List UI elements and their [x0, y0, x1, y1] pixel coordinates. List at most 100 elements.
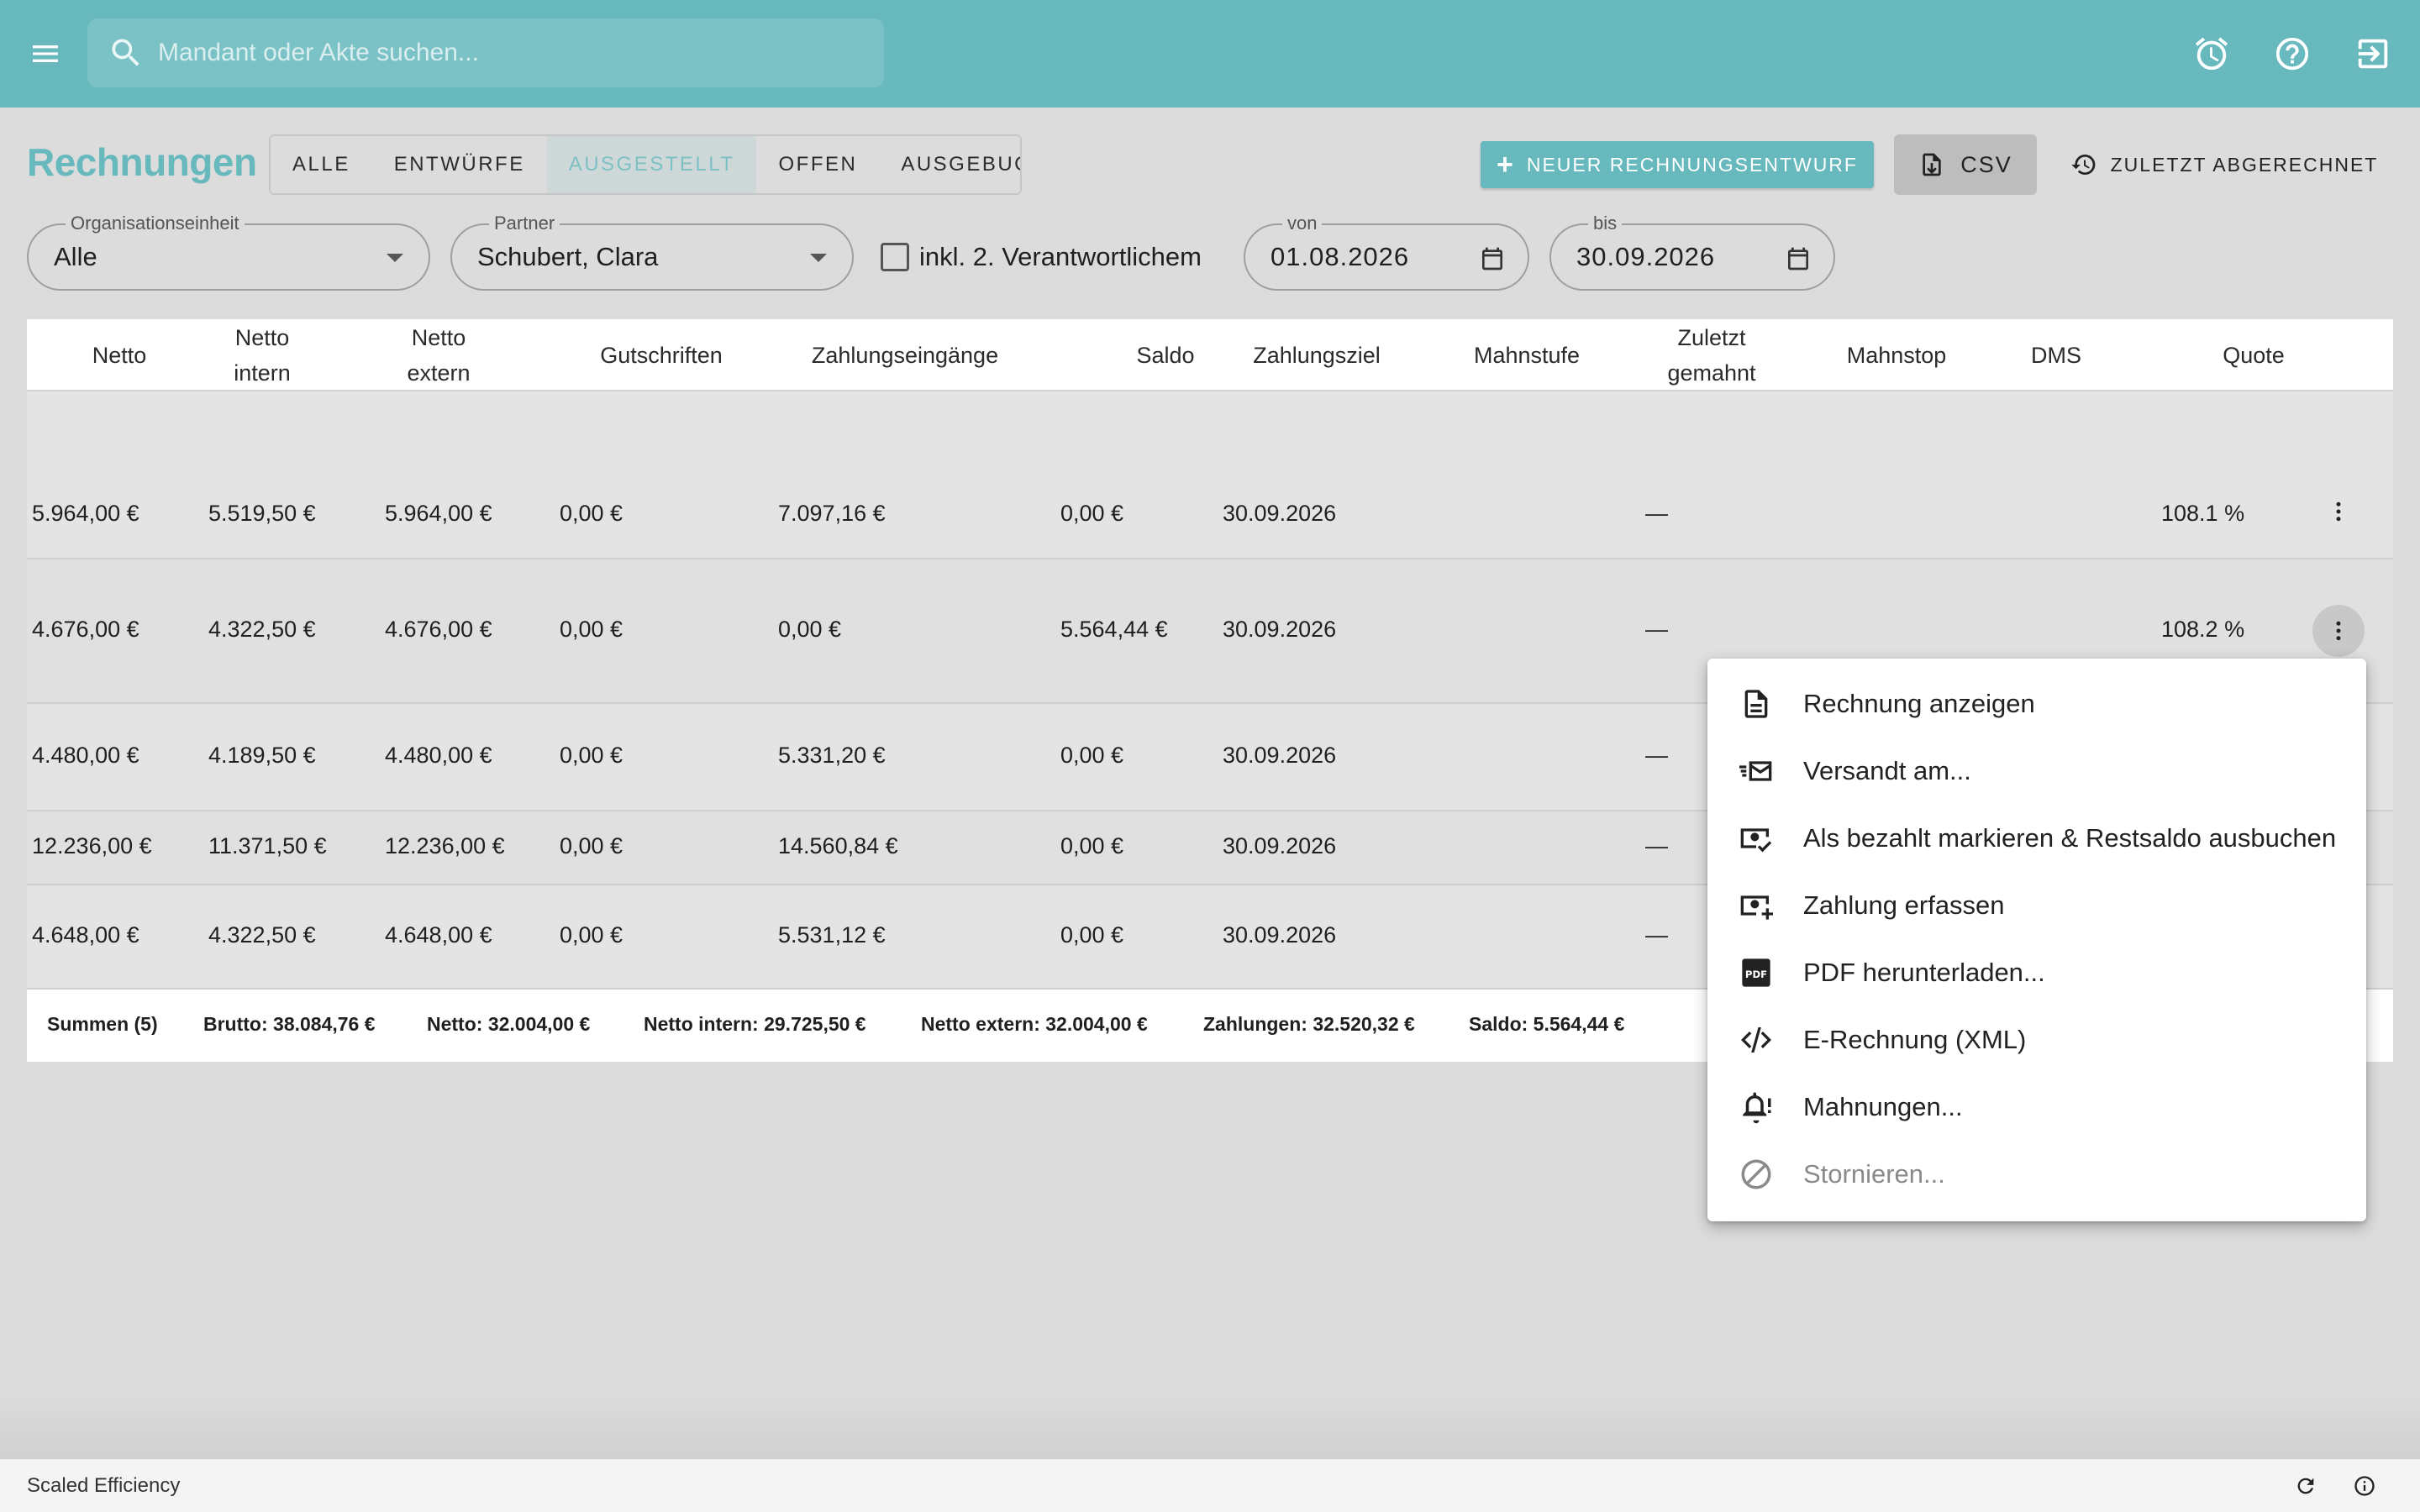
tab-offen[interactable]: OFFEN — [756, 136, 879, 193]
cell-zahlungseingaenge: 7.097,16 € — [778, 501, 886, 526]
cell-saldo: 0,00 € — [1060, 922, 1124, 948]
cell-zuletzt-gemahnt: — — [1645, 743, 1668, 768]
logout-button[interactable] — [2349, 30, 2396, 77]
cell-zahlungseingaenge: 14.560,84 € — [778, 833, 898, 858]
cell-zuletzt-gemahnt: — — [1645, 501, 1668, 526]
cell-netto-extern: 4.676,00 € — [385, 617, 492, 642]
cell-zahlungseingaenge: 5.531,12 € — [778, 922, 886, 948]
date-to-field[interactable]: bis 30.09.2026 — [1549, 212, 1835, 291]
tab-alle[interactable]: ALLE — [271, 136, 372, 193]
header-netto[interactable]: Netto — [60, 319, 178, 391]
brand-label: Scaled Efficiency — [27, 1474, 181, 1497]
header-dms[interactable]: DMS — [1993, 319, 2119, 391]
header-zahlungsziel[interactable]: Zahlungsziel — [1212, 319, 1422, 391]
cell-gutschriften: 0,00 € — [560, 617, 623, 642]
cell-zahlungseingaenge: 5.331,20 € — [778, 743, 886, 768]
money-check-icon — [1740, 828, 1772, 853]
cell-zuletzt-gemahnt: — — [1645, 833, 1668, 858]
second-responsible-checkbox[interactable]: inkl. 2. Verantwortlichem — [881, 242, 1202, 272]
header-gutschriften[interactable]: Gutschriften — [581, 319, 741, 391]
header-zuletzt-gemahnt[interactable]: Zuletzt gemahnt — [1632, 319, 1791, 391]
pdf-icon: PDF — [1742, 958, 1770, 987]
cell-zuletzt-gemahnt: — — [1645, 617, 1668, 642]
summary-count: Summen (5) — [47, 1013, 158, 1035]
cell-netto-extern: 12.236,00 € — [385, 833, 505, 858]
summary-netto-extern: Netto extern: 32.004,00 € — [921, 1013, 1148, 1035]
bell-alert-icon — [1743, 1092, 1771, 1124]
more-vert-icon — [2336, 621, 2341, 641]
plus-icon: + — [1497, 149, 1515, 181]
table-row[interactable]: 5.964,00 € 5.519,50 € 5.964,00 € 0,00 € … — [27, 391, 2393, 559]
cell-netto: 4.648,00 € — [32, 922, 139, 948]
menu-item-label: E-Rechnung (XML) — [1803, 1025, 2027, 1054]
search-icon — [112, 39, 139, 66]
menu-item-label: Stornieren... — [1803, 1159, 1945, 1189]
cell-zahlungsziel: 30.09.2026 — [1223, 743, 1337, 768]
menu-item-dunning[interactable]: Mahnungen... — [1707, 1074, 2366, 1141]
org-unit-select[interactable]: Organisationseinheit Alle — [27, 212, 430, 291]
row-context-menu: Rechnung anzeigen Versandt am... Als bez… — [1707, 659, 2366, 1221]
csv-export-button[interactable]: CSV — [1894, 134, 2037, 195]
logout-icon — [2358, 39, 2388, 69]
csv-label: CSV — [1960, 151, 2012, 177]
cell-saldo: 0,00 € — [1060, 743, 1124, 768]
header-netto-intern[interactable]: Netto intern — [203, 319, 321, 391]
date-from-field[interactable]: von 01.08.2026 — [1244, 212, 1529, 291]
menu-item-show-invoice[interactable]: Rechnung anzeigen — [1707, 670, 2366, 738]
menu-item-label: Versandt am... — [1803, 756, 1971, 785]
new-invoice-draft-button[interactable]: + NEUER RECHNUNGSENTWURF — [1481, 141, 1874, 188]
last-billed-label: ZULETZT ABGERECHNET — [2110, 153, 2379, 176]
header-mahnstop[interactable]: Mahnstop — [1791, 319, 2002, 391]
menu-item-cancel-invoice[interactable]: Stornieren... — [1707, 1141, 2366, 1208]
tab-ausgebucht[interactable]: AUSGEBUCHT — [879, 136, 1020, 193]
money-add-icon — [1740, 895, 1773, 920]
partner-value: Schubert, Clara — [477, 242, 659, 271]
bottom-shade — [0, 1394, 2420, 1458]
menu-item-label: Rechnung anzeigen — [1803, 689, 2035, 718]
alarm-clock-icon — [2195, 37, 2228, 71]
header-quote[interactable]: Quote — [2136, 319, 2371, 391]
summary-netto: Netto: 32.004,00 € — [427, 1013, 591, 1035]
search-input[interactable] — [158, 39, 884, 67]
row-actions-button[interactable] — [2312, 605, 2365, 657]
search-box[interactable] — [87, 18, 884, 87]
header-zahlungseingaenge[interactable]: Zahlungseingänge — [800, 319, 1010, 391]
send-mail-icon — [1739, 761, 1772, 781]
partner-select[interactable]: Partner Schubert, Clara — [450, 212, 854, 291]
cell-gutschriften: 0,00 € — [560, 833, 623, 858]
alarm-button[interactable] — [2188, 30, 2235, 77]
cell-quote: 108.1 % — [2161, 501, 2245, 526]
dropdown-arrow-icon — [810, 254, 827, 262]
menu-item-mark-paid[interactable]: Als bezahlt markieren & Restsaldo ausbuc… — [1707, 805, 2366, 872]
last-billed-button[interactable]: ZULETZT ABGERECHNET — [2060, 141, 2388, 188]
tab-ausgestellt[interactable]: AUSGESTELLT — [546, 136, 757, 193]
help-button[interactable] — [2269, 30, 2316, 77]
cell-zahlungseingaenge: 0,00 € — [778, 617, 842, 642]
cell-zahlungsziel: 30.09.2026 — [1223, 501, 1337, 526]
menu-item-record-payment[interactable]: Zahlung erfassen — [1707, 872, 2366, 939]
svg-text:PDF: PDF — [1745, 969, 1767, 980]
cell-zahlungsziel: 30.09.2026 — [1223, 922, 1337, 948]
menu-button[interactable] — [22, 30, 69, 77]
row-actions-button[interactable] — [2312, 486, 2365, 538]
menu-item-download-pdf[interactable]: PDF PDF herunterladen... — [1707, 939, 2366, 1006]
checkbox-icon[interactable] — [881, 243, 909, 271]
refresh-button[interactable] — [2291, 1471, 2321, 1501]
cell-gutschriften: 0,00 € — [560, 743, 623, 768]
calendar-icon[interactable] — [1479, 245, 1506, 272]
header-netto-extern[interactable]: Netto extern — [380, 319, 497, 391]
table-header: Netto Netto intern Netto extern Gutschrift… — [27, 319, 2393, 391]
calendar-icon[interactable] — [1785, 245, 1812, 272]
info-button[interactable] — [2349, 1471, 2380, 1501]
date-from-label: von — [1282, 212, 1323, 235]
code-icon — [1741, 1027, 1771, 1053]
cell-netto: 4.676,00 € — [32, 617, 139, 642]
menu-item-label: Zahlung erfassen — [1803, 890, 2005, 920]
header-mahnstufe[interactable]: Mahnstufe — [1422, 319, 1632, 391]
menu-item-e-invoice-xml[interactable]: E-Rechnung (XML) — [1707, 1006, 2366, 1074]
cancel-icon — [1741, 1159, 1771, 1189]
menu-item-label: Mahnungen... — [1803, 1092, 1963, 1121]
menu-item-sent-on[interactable]: Versandt am... — [1707, 738, 2366, 805]
summary-zahlungen: Zahlungen: 32.520,32 € — [1203, 1013, 1415, 1035]
tab-entwuerfe[interactable]: ENTWÜRFE — [372, 136, 547, 193]
